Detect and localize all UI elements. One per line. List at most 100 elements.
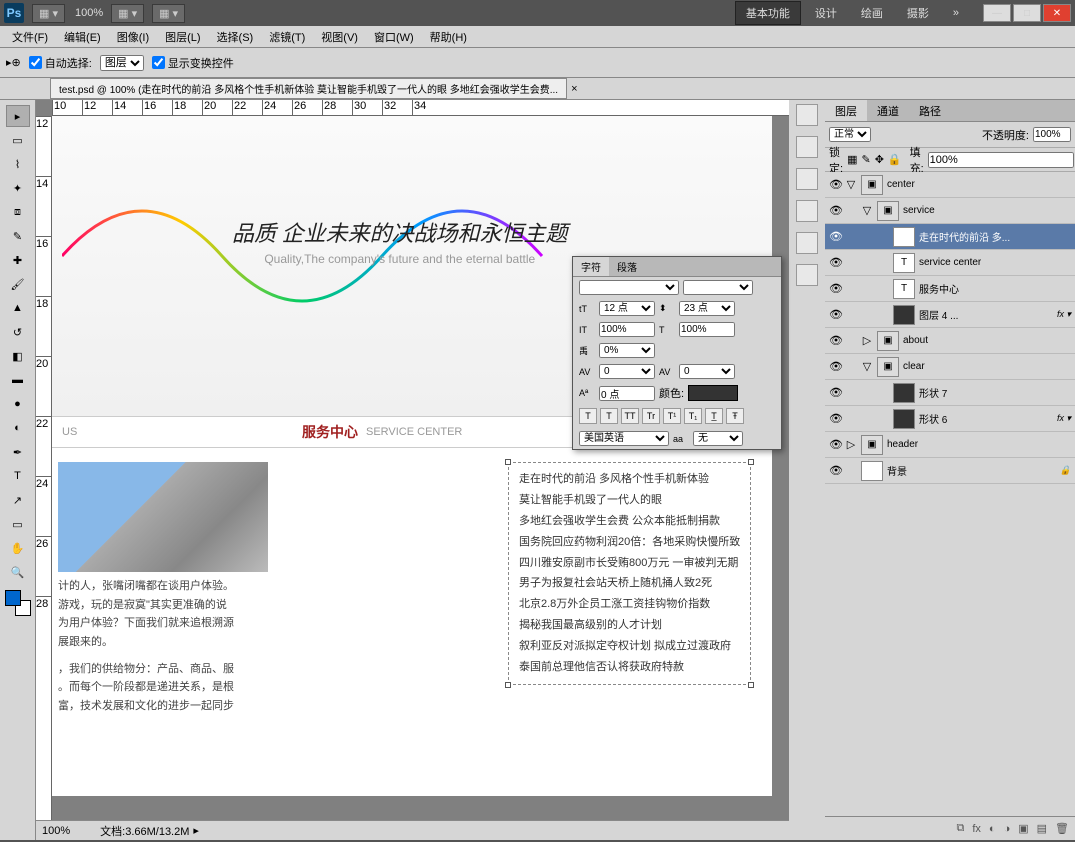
close-button[interactable]: ✕ <box>1043 4 1071 22</box>
expand-icon[interactable]: ▽ <box>861 204 873 217</box>
baseline-input[interactable] <box>599 386 655 401</box>
panel-icon[interactable] <box>796 168 818 190</box>
workspace-design[interactable]: 设计 <box>805 2 847 24</box>
lasso-tool[interactable]: ⌇ <box>6 153 30 175</box>
visibility-icon[interactable]: 👁 <box>827 334 845 347</box>
underline-button[interactable]: T̲ <box>705 408 723 424</box>
opacity-input[interactable] <box>1033 127 1071 142</box>
fx-badge[interactable]: fx ▾ <box>1057 413 1071 424</box>
visibility-icon[interactable]: 👁 <box>827 178 845 191</box>
marquee-tool[interactable]: ▭ <box>6 129 30 151</box>
visibility-icon[interactable]: 👁 <box>827 282 845 295</box>
handle-tl[interactable] <box>505 459 511 465</box>
move-tool[interactable]: ▸ <box>6 105 30 127</box>
fx-icon[interactable]: fx <box>972 823 981 835</box>
lock-all-icon[interactable]: 🔒 <box>888 153 902 166</box>
show-transform-check[interactable]: 显示变换控件 <box>152 55 234 71</box>
tab-character[interactable]: 字符 <box>573 257 609 276</box>
tab-layers[interactable]: 图层 <box>825 100 867 121</box>
hand-tool[interactable]: ✋ <box>6 537 30 559</box>
layer-row[interactable]: 👁形状 7 <box>825 380 1075 406</box>
smallcaps-button[interactable]: Tr <box>642 408 660 424</box>
handle-br[interactable] <box>748 682 754 688</box>
font-style-select[interactable] <box>683 280 753 295</box>
zoom-display[interactable]: 100% <box>75 7 103 19</box>
layer-row[interactable]: 👁▽▣center <box>825 172 1075 198</box>
visibility-icon[interactable]: 👁 <box>827 412 845 425</box>
minimize-button[interactable]: — <box>983 4 1011 22</box>
kern-select[interactable]: 0 <box>599 364 655 379</box>
color-swatch[interactable] <box>5 590 31 616</box>
blur-tool[interactable]: ● <box>6 393 30 415</box>
menu-edit[interactable]: 编辑(E) <box>56 27 109 47</box>
font-family-select[interactable] <box>579 280 679 295</box>
sub-button[interactable]: T₁ <box>684 408 702 424</box>
layer-row[interactable]: 👁T服务中心 <box>825 276 1075 302</box>
eraser-tool[interactable]: ◧ <box>6 345 30 367</box>
path-tool[interactable]: ↗ <box>6 489 30 511</box>
blend-mode-select[interactable]: 正常 <box>829 127 871 142</box>
link-icon[interactable]: ⧉ <box>956 822 964 835</box>
trash-icon[interactable]: 🗑 <box>1055 822 1069 835</box>
workspace-photo[interactable]: 摄影 <box>897 2 939 24</box>
layer-row[interactable]: 👁▽▣service <box>825 198 1075 224</box>
group-icon[interactable]: ▣ <box>1018 822 1028 835</box>
expand-icon[interactable]: ▷ <box>861 334 873 347</box>
menu-select[interactable]: 选择(S) <box>209 27 262 47</box>
tab-paragraph[interactable]: 段落 <box>609 257 645 276</box>
shape-tool[interactable]: ▭ <box>6 513 30 535</box>
pen-tool[interactable]: ✒ <box>6 441 30 463</box>
eyedropper-tool[interactable]: ✎ <box>6 225 30 247</box>
workspace-basic[interactable]: 基本功能 <box>735 1 801 25</box>
fill-input[interactable] <box>928 152 1074 168</box>
tracking-select[interactable]: 0% <box>599 343 655 358</box>
fx-badge[interactable]: fx ▾ <box>1057 309 1071 320</box>
visibility-icon[interactable]: 👁 <box>827 230 845 243</box>
panel-icon[interactable] <box>796 104 818 126</box>
heal-tool[interactable]: ✚ <box>6 249 30 271</box>
visibility-icon[interactable]: 👁 <box>827 204 845 217</box>
history-brush-tool[interactable]: ↺ <box>6 321 30 343</box>
leading-select[interactable]: 23 点 <box>679 301 735 316</box>
mask-icon[interactable]: ◐ <box>989 823 996 835</box>
font-size-select[interactable]: 12 点 <box>599 301 655 316</box>
menu-image[interactable]: 图像(I) <box>109 27 157 47</box>
menu-help[interactable]: 帮助(H) <box>422 27 475 47</box>
ruler-horizontal[interactable]: 10121416182022242628303234 <box>52 100 789 116</box>
visibility-icon[interactable]: 👁 <box>827 308 845 321</box>
text-selection-box[interactable]: 走在时代的前沿 多风格个性手机新体验 莫让智能手机毁了一代人的眼 多地红会强收学… <box>508 462 751 685</box>
bold-button[interactable]: T <box>579 408 597 424</box>
dodge-tool[interactable]: ◐ <box>6 417 30 439</box>
layer-row[interactable]: 👁▷▣about <box>825 328 1075 354</box>
lock-trans-icon[interactable]: ▦ <box>847 153 857 166</box>
ruler-vertical[interactable]: 121416182022242628 <box>36 116 52 820</box>
tab-paths[interactable]: 路径 <box>909 100 951 121</box>
zoom-tool[interactable]: 🔍 <box>6 561 30 583</box>
panel-icon[interactable] <box>796 232 818 254</box>
panel-icon[interactable] <box>796 264 818 286</box>
layer-row[interactable]: 👁▷▣header <box>825 432 1075 458</box>
hscale-input[interactable] <box>679 322 735 337</box>
menu-window[interactable]: 窗口(W) <box>366 27 422 47</box>
adj-icon[interactable]: ◑ <box>1004 823 1011 835</box>
panel-icon[interactable] <box>796 136 818 158</box>
panel-icon[interactable] <box>796 200 818 222</box>
type-tool[interactable]: T <box>6 465 30 487</box>
layer-row[interactable]: 👁背景🔒 <box>825 458 1075 484</box>
lock-paint-icon[interactable]: ✎ <box>861 153 870 166</box>
status-arrow-icon[interactable]: ▸ <box>193 824 199 837</box>
character-panel[interactable]: 字符 段落 tT12 点⬍23 点 ITT 禹0% AV0AV0 Aª颜色: T… <box>572 256 782 450</box>
canvas[interactable]: 品质 企业未来的决战场和永恒主题 Quality,The company's f… <box>52 116 772 796</box>
layer-row[interactable]: 👁▽▣clear <box>825 354 1075 380</box>
menu-layer[interactable]: 图层(L) <box>157 27 208 47</box>
expand-icon[interactable]: ▽ <box>861 360 873 373</box>
aa-select[interactable]: 无 <box>693 431 743 446</box>
layer-row[interactable]: 👁T走在时代的前沿 多... <box>825 224 1075 250</box>
handle-tr[interactable] <box>748 459 754 465</box>
document-tab[interactable]: test.psd @ 100% (走在时代的前沿 多风格个性手机新体验 莫让智能… <box>50 78 567 99</box>
wand-tool[interactable]: ✦ <box>6 177 30 199</box>
expand-icon[interactable]: ▽ <box>845 178 857 191</box>
brush-tool[interactable]: 🖌 <box>6 273 30 295</box>
menu-file[interactable]: 文件(F) <box>4 27 56 47</box>
tab-channels[interactable]: 通道 <box>867 100 909 121</box>
